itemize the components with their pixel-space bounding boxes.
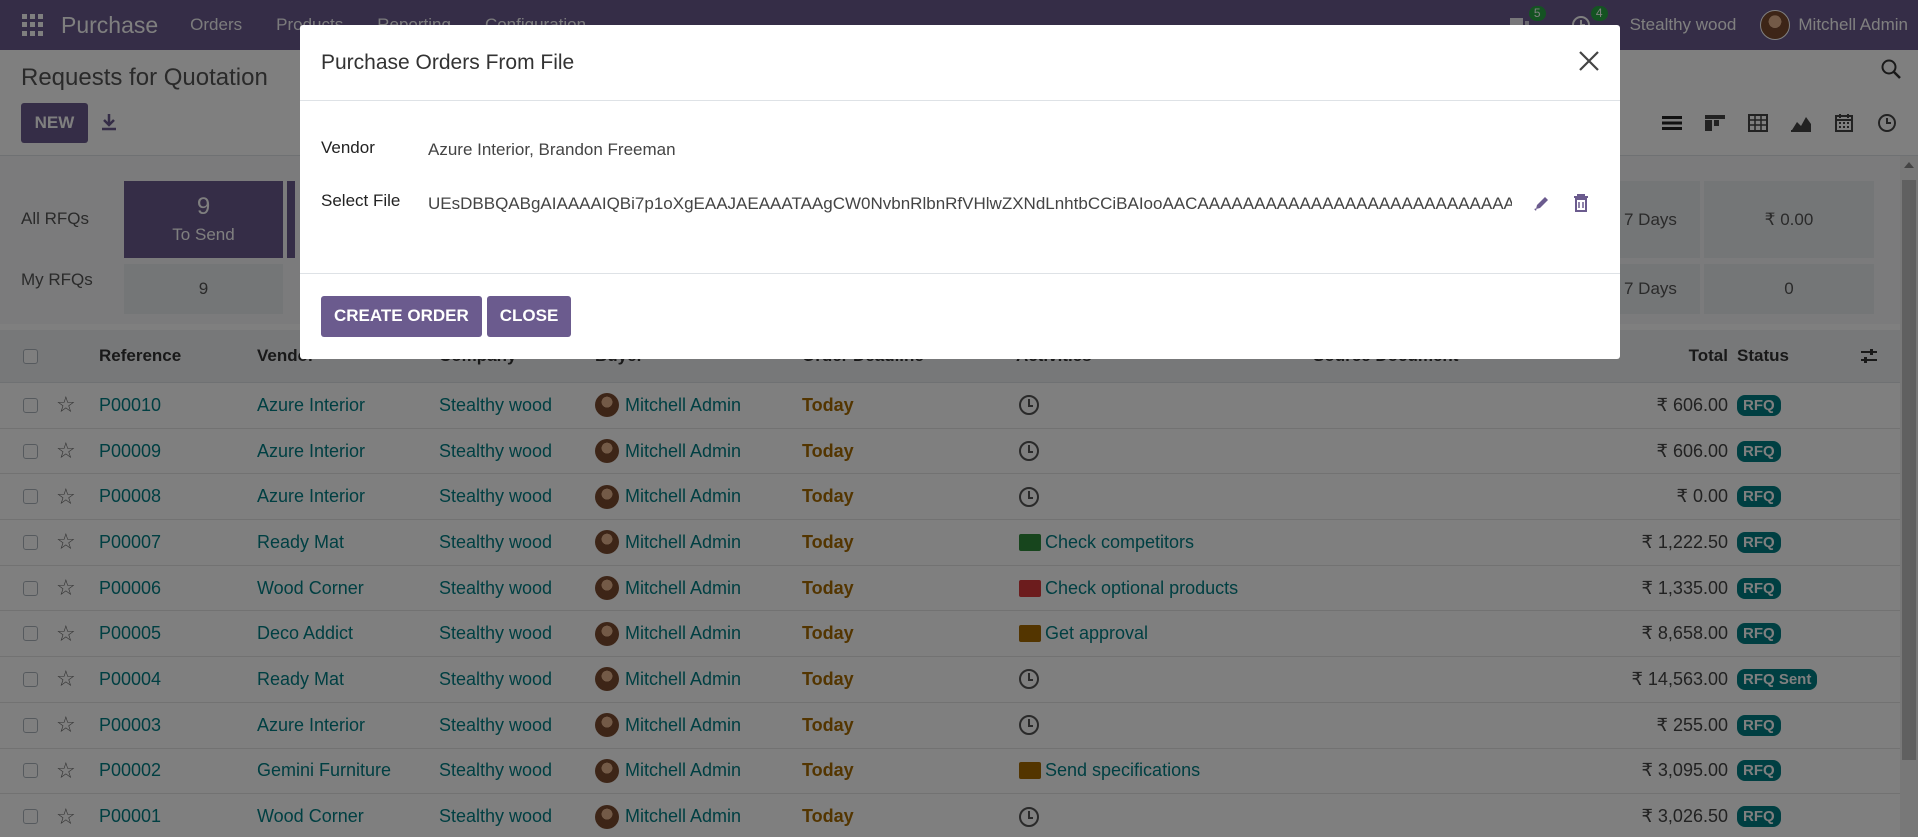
- dialog-title: Purchase Orders From File: [321, 50, 575, 74]
- select-file-label: Select File: [321, 191, 401, 210]
- trash-icon[interactable]: [1573, 194, 1589, 212]
- vendor-label: Vendor: [321, 138, 375, 157]
- close-icon[interactable]: [1576, 48, 1602, 74]
- vendor-field[interactable]: Azure Interior, Brandon Freeman: [428, 140, 676, 160]
- file-field[interactable]: UEsDBBQABgAIAAAAIQBi7p1oXgEAAJAEAAATAAgC…: [428, 194, 1512, 214]
- dialog-footer: CREATE ORDER CLOSE: [300, 274, 1620, 358]
- dialog-header: Purchase Orders From File: [300, 25, 1620, 101]
- create-order-button[interactable]: CREATE ORDER: [321, 295, 482, 337]
- dialog-body: Vendor Azure Interior, Brandon Freeman S…: [300, 101, 1620, 274]
- edit-icon[interactable]: [1533, 194, 1551, 212]
- close-button[interactable]: CLOSE: [486, 295, 572, 337]
- import-dialog: Purchase Orders From File Vendor Azure I…: [300, 25, 1620, 359]
